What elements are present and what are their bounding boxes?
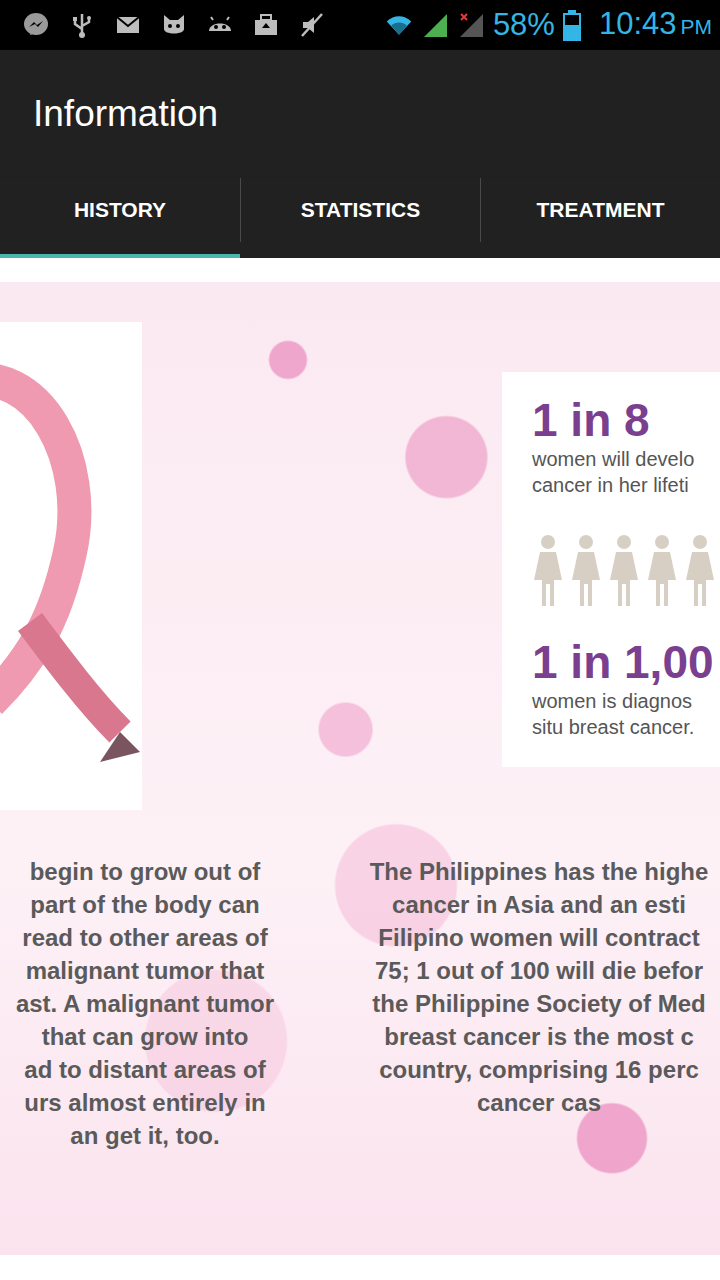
status-bar: 58% 10:43PM — [0, 0, 720, 50]
history-text: begin to grow out ofpart of the body can… — [0, 855, 290, 1152]
battery-percent: 58% — [493, 7, 555, 43]
infographic: 1 in 8women will develocancer in her lif… — [502, 372, 720, 767]
stat-caption: women will develo — [532, 446, 720, 472]
statistics-text: The Philippines has the highecancer in A… — [358, 855, 720, 1119]
usb-icon — [68, 11, 96, 39]
stat-figure: 1 in 1,00 — [532, 636, 720, 688]
stat-figure: 1 in 8 — [532, 394, 720, 446]
history-page[interactable]: begin to grow out ofpart of the body can… — [0, 322, 290, 1255]
tab-bar: HISTORYSTATISTICSTREATMENT — [0, 178, 720, 258]
tab[interactable]: TREATMENT — [480, 178, 720, 258]
app-bar: Information — [0, 50, 720, 178]
woman-icon — [684, 534, 716, 606]
woman-icon — [532, 534, 564, 606]
floral-background: begin to grow out ofpart of the body can… — [0, 282, 720, 1255]
system-status: 58% 10:43PM — [385, 6, 712, 45]
upload-icon — [252, 11, 280, 39]
content: begin to grow out ofpart of the body can… — [0, 258, 720, 1280]
woman-icon — [646, 534, 678, 606]
stat-caption: women is diagnos — [532, 688, 720, 714]
app-title: Information — [33, 93, 218, 135]
screen: 58% 10:43PM Information HISTORYSTATISTICSTR… — [0, 0, 720, 1280]
stat-caption: cancer in her lifeti — [532, 472, 720, 498]
cat-icon — [160, 11, 188, 39]
android-icon — [206, 11, 234, 39]
signal-icon — [421, 11, 449, 39]
mail-icon — [114, 11, 142, 39]
pink-ribbon-icon — [0, 322, 142, 810]
stat-caption: situ breast cancer. — [532, 714, 720, 740]
woman-icon — [570, 534, 602, 606]
wifi-icon — [385, 11, 413, 39]
clock: 10:43PM — [599, 6, 712, 45]
tab[interactable]: STATISTICS — [240, 178, 480, 258]
ribbon-image — [0, 322, 142, 810]
notification-icons — [22, 11, 326, 39]
messenger-icon — [22, 11, 50, 39]
people-row — [532, 534, 720, 606]
no-signal-icon — [457, 11, 485, 39]
mute-icon — [298, 11, 326, 39]
tab[interactable]: HISTORY — [0, 178, 240, 258]
woman-icon — [608, 534, 640, 606]
battery-icon — [563, 10, 581, 41]
statistics-page[interactable]: 1 in 8women will develocancer in her lif… — [358, 322, 720, 1255]
